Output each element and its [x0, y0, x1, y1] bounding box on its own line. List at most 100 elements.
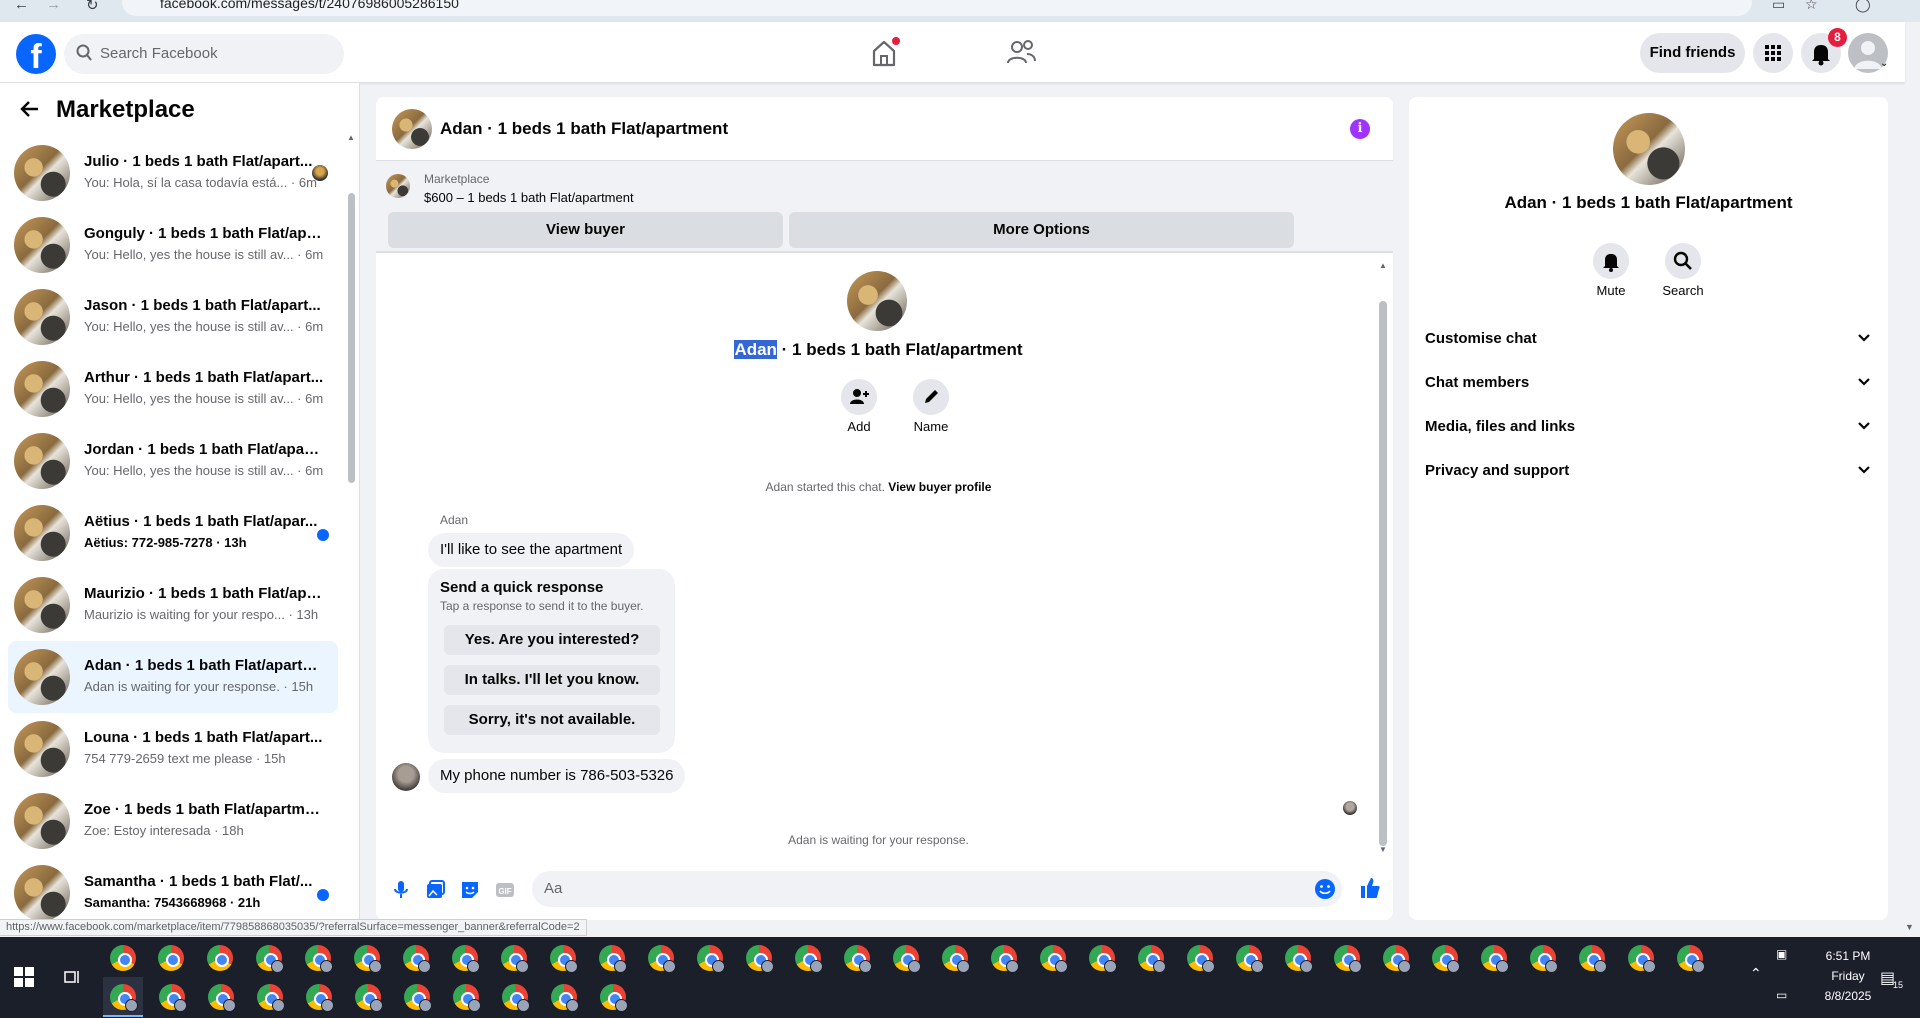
system-clock[interactable]: 6:51 PM Friday 8/8/2025 [1808, 946, 1888, 1006]
section-customise-chat[interactable]: Customise chat [1425, 321, 1880, 357]
conversation-item[interactable]: Jordan · 1 beds 1 bath Flat/apart... You:… [8, 425, 338, 497]
chrome-profile-icon[interactable] [1187, 945, 1215, 973]
chrome-profile-icon[interactable] [256, 945, 284, 973]
quick-response-option[interactable]: Sorry, it's not available. [444, 705, 660, 735]
chrome-profile-icon[interactable] [1383, 945, 1411, 973]
chrome-profile-icon[interactable] [893, 945, 921, 973]
install-app-icon[interactable]: ▭ [1772, 0, 1785, 13]
add-person-button[interactable] [841, 379, 877, 415]
view-buyer-profile-link[interactable]: View buyer profile [888, 480, 991, 494]
scroll-down-icon[interactable]: ▼ [1379, 845, 1387, 854]
conversation-item[interactable]: Jason · 1 beds 1 bath Flat/apart... You: … [8, 281, 338, 353]
mute-button[interactable] [1593, 243, 1629, 279]
chrome-profile-icon[interactable] [305, 945, 333, 973]
chrome-profile-icon[interactable] [942, 945, 970, 973]
message-input[interactable]: Aa [532, 871, 1342, 907]
conversation-item[interactable]: Arthur · 1 beds 1 bath Flat/apart... You:… [8, 353, 338, 425]
network-icon[interactable]: ▭ [1776, 988, 1787, 1002]
chrome-window-icon[interactable] [159, 984, 187, 1012]
emoji-icon[interactable] [1314, 878, 1336, 900]
chrome-profile-icon[interactable] [1236, 945, 1264, 973]
listing-thumbnail[interactable] [386, 174, 410, 198]
chat-avatar[interactable] [392, 109, 432, 149]
chrome-window-icon[interactable] [404, 984, 432, 1012]
file-explorer-icon[interactable] [207, 945, 233, 971]
chrome-profile-icon[interactable] [1138, 945, 1166, 973]
chrome-profile-icon[interactable] [1432, 945, 1460, 973]
chrome-profile-icon[interactable] [991, 945, 1019, 973]
scroll-up-icon[interactable]: ▲ [1379, 261, 1387, 270]
thumbs-up-icon[interactable] [1358, 876, 1382, 900]
photo-icon[interactable] [424, 879, 446, 901]
search-input[interactable]: Search Facebook [64, 34, 344, 74]
quick-response-option[interactable]: In talks. I'll let you know. [444, 665, 660, 695]
windows-start-icon[interactable] [14, 967, 34, 987]
find-friends-button[interactable]: Find friends [1640, 33, 1745, 73]
chrome-profile-icon[interactable] [1089, 945, 1117, 973]
chrome-profile-icon[interactable] [1677, 945, 1705, 973]
section-chat-members[interactable]: Chat members [1425, 365, 1880, 401]
listing-price[interactable]: $600 – 1 beds 1 bath Flat/apartment [424, 190, 634, 205]
menu-grid-icon[interactable] [1753, 33, 1793, 73]
sticker-icon[interactable] [459, 879, 481, 901]
task-view-icon[interactable] [62, 967, 82, 987]
bookmark-star-icon[interactable]: ☆ [1805, 0, 1818, 13]
conversation-item[interactable]: Maurizio · 1 beds 1 bath Flat/apa... Maur… [8, 569, 338, 641]
sender-avatar[interactable] [392, 763, 420, 791]
scroll-up-icon[interactable]: ▲ [347, 133, 355, 142]
scroll-down-icon[interactable]: ▼ [1905, 922, 1914, 932]
chrome-profile-icon[interactable] [550, 945, 578, 973]
conversation-item[interactable]: Aëtius · 1 beds 1 bath Flat/apar... Aëtiu… [8, 497, 338, 569]
conversation-item[interactable]: Zoe · 1 beds 1 bath Flat/apartment Zoe: E… [8, 785, 338, 857]
chrome-profile-icon[interactable] [403, 945, 431, 973]
friends-icon[interactable] [1001, 35, 1041, 71]
chrome-profile-icon[interactable] [1628, 945, 1656, 973]
meet-now-icon[interactable]: ▣ [1776, 947, 1787, 961]
chrome-profile-icon[interactable] [795, 945, 823, 973]
section-privacy-support[interactable]: Privacy and support [1425, 453, 1880, 489]
message-bubble[interactable]: I'll like to see the apartment [428, 533, 635, 567]
chrome-profile-icon[interactable] [844, 945, 872, 973]
chrome-profile-icon[interactable] [1285, 945, 1313, 973]
facebook-logo-icon[interactable]: f [16, 34, 56, 74]
conversation-item[interactable]: Julio · 1 beds 1 bath Flat/apart... You: … [8, 137, 338, 209]
profile-icon[interactable]: ◯ [1855, 0, 1871, 13]
chrome-profile-icon[interactable] [1334, 945, 1362, 973]
more-options-button[interactable]: More Options [789, 212, 1294, 248]
address-bar-url[interactable]: facebook.com/messages/t/2407698600528615… [160, 0, 459, 11]
conversation-item[interactable]: Samantha · 1 beds 1 bath Flat/... Samanth… [8, 857, 338, 920]
copilot-app-icon[interactable] [110, 945, 136, 971]
chrome-profile-icon[interactable] [501, 945, 529, 973]
conversation-item[interactable]: Adan · 1 beds 1 bath Flat/apartm... Adan … [8, 641, 338, 713]
chrome-profile-icon[interactable] [452, 945, 480, 973]
chrome-window-icon[interactable] [355, 984, 383, 1012]
chrome-profile-icon[interactable] [1579, 945, 1607, 973]
chrome-window-icon[interactable] [257, 984, 285, 1012]
back-arrow-icon[interactable] [20, 100, 40, 118]
chevron-down-icon[interactable]: ⌄ [1880, 58, 1888, 69]
chrome-profile-icon[interactable] [1040, 945, 1068, 973]
search-in-chat-button[interactable] [1665, 243, 1701, 279]
edit-name-button[interactable] [913, 379, 949, 415]
chrome-profile-icon[interactable] [697, 945, 725, 973]
chrome-window-icon[interactable] [208, 984, 236, 1012]
chrome-window-icon[interactable] [306, 984, 334, 1012]
chrome-profile-icon[interactable] [354, 945, 382, 973]
conversation-item[interactable]: Gonguly · 1 beds 1 bath Flat/apa... You: … [8, 209, 338, 281]
quick-response-option[interactable]: Yes. Are you interested? [444, 625, 660, 655]
chrome-window-icon[interactable] [551, 984, 579, 1012]
gif-icon[interactable]: GIF [494, 879, 516, 901]
forward-arrow-icon[interactable]: → [46, 0, 61, 13]
chrome-window-icon[interactable] [453, 984, 481, 1012]
reload-icon[interactable]: ↻ [86, 0, 99, 14]
microphone-icon[interactable] [390, 879, 412, 901]
chrome-profile-icon[interactable] [1530, 945, 1558, 973]
chrome-profile-icon[interactable] [648, 945, 676, 973]
chevron-up-icon[interactable]: ⌃ [1750, 965, 1762, 982]
chrome-window-icon[interactable] [502, 984, 530, 1012]
chrome-profile-icon[interactable] [599, 945, 627, 973]
chat-scrollbar[interactable] [1379, 301, 1387, 846]
chrome-profile-icon[interactable] [1481, 945, 1509, 973]
home-icon[interactable] [864, 35, 904, 71]
info-icon[interactable]: i [1350, 119, 1370, 139]
